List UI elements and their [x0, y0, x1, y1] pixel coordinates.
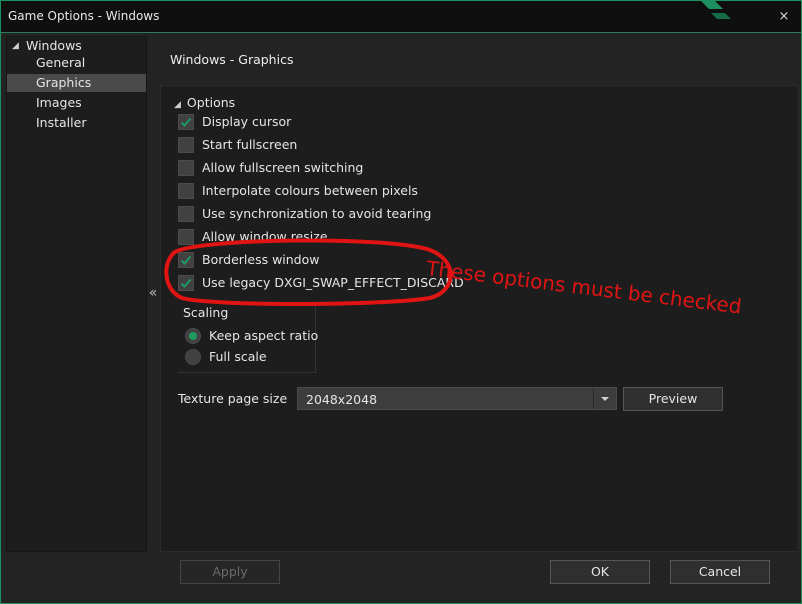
checkbox-unchecked[interactable]: [178, 229, 194, 245]
checkbox-label: Display cursor: [202, 114, 292, 129]
scaling-title: Scaling: [183, 305, 229, 320]
options-section-header[interactable]: ◢ Options: [174, 95, 235, 110]
radio-selected[interactable]: [185, 328, 201, 344]
expanded-triangle-icon: ◢: [12, 41, 19, 51]
cancel-button[interactable]: Cancel: [670, 560, 770, 584]
radio-unselected[interactable]: [185, 349, 201, 365]
checkbox-label: Allow window resize: [202, 229, 328, 244]
texture-page-size-value: 2048x2048: [306, 392, 378, 407]
sidebar-item-label: Graphics: [36, 75, 92, 90]
checkbox-checked[interactable]: [178, 114, 194, 130]
checkbox-label: Use synchronization to avoid tearing: [202, 206, 432, 221]
expanded-triangle-icon: ◢: [174, 100, 181, 110]
texture-page-size-select[interactable]: 2048x2048: [297, 387, 617, 410]
sidebar-item-installer[interactable]: Installer: [7, 114, 146, 132]
close-icon[interactable]: ×: [776, 9, 792, 25]
options-section-title: Options: [186, 95, 236, 110]
checkbox-checked[interactable]: [178, 275, 194, 291]
checkbox-unchecked[interactable]: [178, 160, 194, 176]
sidebar-item-label: Windows: [26, 38, 82, 53]
sidebar-item-graphics[interactable]: Graphics: [7, 74, 146, 92]
sidebar-item-label: Installer: [36, 115, 87, 130]
checkbox-label: Borderless window: [202, 252, 320, 267]
sidebar-tree: ◢ Windows General Graphics Images Instal…: [6, 36, 147, 552]
sidebar-item-windows[interactable]: ◢ Windows: [7, 37, 146, 55]
apply-button[interactable]: Apply: [180, 560, 280, 584]
checkbox-label: Start fullscreen: [202, 137, 298, 152]
checkbox-unchecked[interactable]: [178, 137, 194, 153]
texture-page-size-label: Texture page size: [178, 391, 288, 406]
window-title: Game Options - Windows: [8, 9, 160, 23]
check-icon: [180, 278, 192, 288]
preview-button[interactable]: Preview: [623, 387, 723, 411]
title-bar-decoration-icon: [701, 1, 731, 19]
sidebar-item-general[interactable]: General: [7, 54, 146, 72]
sidebar-item-label: Images: [36, 95, 82, 110]
collapse-sidebar-icon[interactable]: «: [146, 284, 160, 302]
radio-label: Full scale: [209, 349, 267, 364]
sidebar-item-label: General: [36, 55, 86, 70]
check-icon: [180, 117, 192, 127]
checkbox-checked[interactable]: [178, 252, 194, 268]
page-title: Windows - Graphics: [170, 52, 294, 67]
radio-label: Keep aspect ratio: [209, 328, 319, 343]
title-bar[interactable]: Game Options - Windows ×: [1, 1, 801, 33]
ok-button[interactable]: OK: [550, 560, 650, 584]
sidebar-item-images[interactable]: Images: [7, 94, 146, 112]
checkbox-unchecked[interactable]: [178, 183, 194, 199]
check-icon: [180, 255, 192, 265]
checkbox-unchecked[interactable]: [178, 206, 194, 222]
dropdown-arrow-icon[interactable]: [593, 388, 616, 409]
checkbox-label: Allow fullscreen switching: [202, 160, 364, 175]
checkbox-label: Interpolate colours between pixels: [202, 183, 418, 198]
